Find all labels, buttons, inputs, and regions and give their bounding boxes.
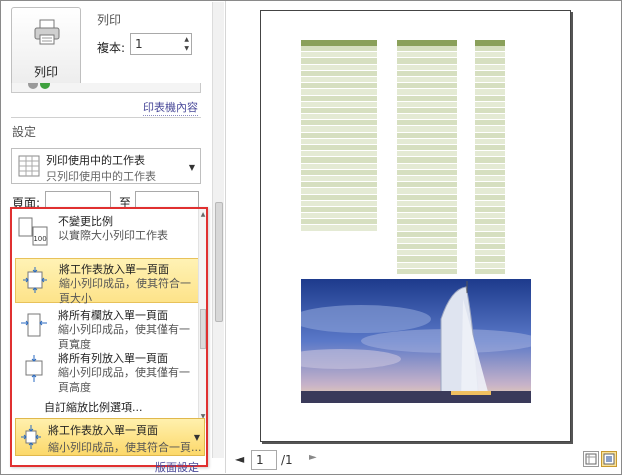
scrollbar-thumb[interactable] [215,202,223,322]
fit-columns-icon [21,313,47,337]
spin-down-icon[interactable]: ▼ [184,46,189,52]
divider [11,117,201,118]
table-row [475,268,505,275]
spin-up-icon[interactable]: ▲ [184,37,189,43]
copies-value: 1 [135,37,143,51]
print-button[interactable]: 列印 [11,7,81,89]
copies-label: 複本: [97,41,126,55]
option-desc: 以實際大小列印工作表 [58,229,168,242]
custom-scaling-options[interactable]: 自訂縮放比例選項... [44,399,143,415]
page-number-input[interactable]: 1 [251,450,277,470]
settings-scrollbar[interactable] [212,2,224,458]
scroll-up-icon[interactable]: ▲ [199,211,207,218]
table-row [301,225,377,232]
scaling-option-fit-columns[interactable]: 將所有欄放入單一頁面 縮小列印成品，使其僅有一頁寬度 [15,305,202,351]
scaling-dropdown-desc: 縮小列印成品，使其符合一頁... [48,441,202,454]
scaling-dropdown-title: 將工作表放入單一頁面 [48,424,158,437]
next-page-icon[interactable]: ► [309,452,317,463]
actual-size-icon-label: 100 [33,235,46,243]
zoom-page-icon [603,453,615,465]
print-preview: ◄ 1 /1 ► [227,1,621,473]
scaling-menu: 100 不變更比例 以實際大小列印工作表 將工作表放入單一頁面 縮小列印成品，使… [10,207,208,467]
printer-selector[interactable] [11,83,201,93]
option-title: 將所有列放入單一頁面 [58,352,168,365]
margins-icon [585,453,597,465]
option-title: 不變更比例 [58,215,113,228]
chevron-down-icon: ▼ [188,163,195,172]
printer-icon [34,19,60,45]
option-title: 將所有欄放入單一頁面 [58,309,168,322]
current-page-value: 1 [256,453,264,467]
option-title: 將工作表放入單一頁面 [59,263,169,276]
option-desc: 縮小列印成品，使其僅有一頁高度 [58,366,190,394]
print-button-label: 列印 [33,65,58,79]
printer-properties-link[interactable]: 印表機內容 [143,99,198,116]
preview-photo [301,279,531,403]
printer-ready-icon [40,83,50,89]
copies-input[interactable]: 1 ▲ ▼ [130,33,192,55]
preview-table-3 [475,40,505,275]
settings-section-title: 設定 [12,125,37,139]
option-desc: 縮小列印成品，使其符合一頁大小 [59,277,191,305]
preview-table-1 [301,40,377,232]
scrollbar-thumb[interactable] [200,309,206,349]
scaling-option-no-scaling[interactable]: 100 不變更比例 以實際大小列印工作表 [15,211,202,253]
table-row [397,268,457,275]
print-what-dropdown[interactable]: 列印使用中的工作表 只列印使用中的工作表 ▼ [11,148,201,184]
prev-page-icon[interactable]: ◄ [235,452,244,466]
preview-page [260,10,571,442]
print-what-title: 列印使用中的工作表 [46,154,145,167]
print-what-subtitle: 只列印使用中的工作表 [46,170,156,183]
chevron-down-icon: ▼ [193,433,200,442]
show-margins-button[interactable] [583,451,599,467]
scaling-dropdown[interactable]: 將工作表放入單一頁面 縮小列印成品，使其符合一頁... ▼ [15,418,205,456]
scaling-option-fit-rows[interactable]: 將所有列放入單一頁面 縮小列印成品，使其僅有一頁高度 [15,348,202,394]
fit-sheet-icon [23,267,47,293]
fit-rows-icon [25,355,43,382]
actual-size-icon: 100 [18,217,48,246]
zoom-to-page-button[interactable] [601,451,617,467]
total-pages: /1 [281,453,293,467]
page-setup-link[interactable]: 版面設定 [155,459,199,475]
printer-status-icon [28,83,38,89]
worksheet-icon [18,155,40,177]
print-settings-pane: 列印 列印 複本: 1 ▲ ▼ 印表機內容 設定 列印使用中的工作表 只列印使用… [1,1,226,475]
scaling-option-fit-sheet[interactable]: 將工作表放入單一頁面 縮小列印成品，使其符合一頁大小 [15,258,202,305]
preview-table-2 [397,40,457,275]
scaling-menu-scrollbar[interactable]: ▲ ▼ [198,209,206,423]
fit-sheet-icon [21,425,41,449]
print-section-title: 列印 [97,13,122,27]
